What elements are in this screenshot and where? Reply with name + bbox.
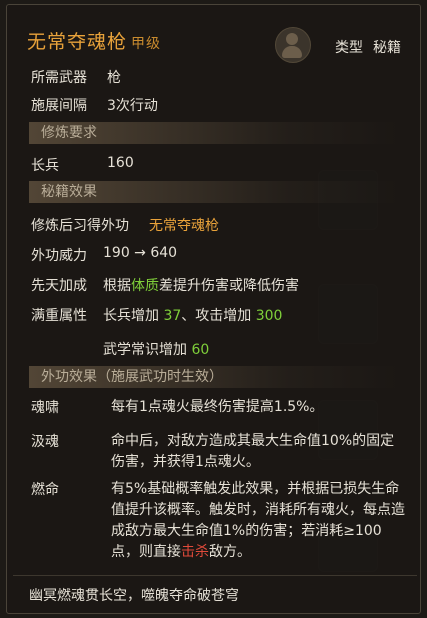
effect-text-post: 敌方。: [209, 544, 251, 560]
max-line-2: 武学常识增加 60: [103, 339, 209, 359]
learn-label: 修炼后习得外功: [31, 218, 129, 234]
max-line2-a: 武学常识增加: [103, 342, 187, 358]
section-manual-header: 秘籍效果: [29, 181, 399, 203]
innate-pre: 根据: [103, 278, 131, 294]
innate-post: 差提升伤害或降低伤害: [159, 278, 299, 294]
max-line1-a: 长兵增加: [103, 308, 159, 324]
avatar-icon: [275, 27, 311, 63]
max-line-1: 长兵增加 37、攻击增加 300: [103, 305, 282, 325]
training-req-value: 160: [107, 155, 134, 171]
section-effects-header: 外功效果（施展武功时生效）: [29, 366, 399, 388]
effect-name: 汲魂: [31, 434, 59, 450]
interval-value: 3次行动: [107, 98, 158, 114]
effect-name: 魂啸: [31, 400, 59, 416]
effect-text: 命中后，对敌方造成其最大生命值10%的固定伤害，并获得1点魂火。: [111, 433, 395, 470]
training-req-label: 长兵: [31, 158, 59, 174]
skill-tooltip-panel: 无常夺魂枪 甲级 类型 秘籍 所需武器 枪 施展间隔 3次行动 修炼要求 长兵 1…: [6, 4, 421, 614]
innate-text: 根据体质差提升伤害或降低伤害: [103, 275, 299, 295]
effect-name: 燃命: [31, 482, 59, 498]
innate-attr: 体质: [131, 278, 159, 294]
skill-name: 无常夺魂枪: [27, 31, 128, 53]
weapon-value: 枪: [107, 70, 121, 86]
divider: [13, 575, 417, 576]
type-value: 秘籍: [373, 40, 401, 56]
max-line2-a-val: 60: [191, 342, 210, 358]
weapon-label: 所需武器: [31, 70, 87, 86]
max-label: 满重属性: [31, 308, 87, 324]
skill-grade: 甲级: [131, 36, 162, 52]
effect-text-pre: 有5%基础概率触发此效果，并根据已损失生命值提升该概率。触发时，消耗所有魂火，每…: [111, 481, 405, 560]
type-label: 类型: [335, 40, 363, 56]
power-label: 外功威力: [31, 248, 87, 264]
learn-value: 无常夺魂枪: [149, 218, 219, 234]
skill-title: 无常夺魂枪 甲级: [27, 27, 161, 54]
section-training-header: 修炼要求: [29, 122, 399, 144]
power-value: 190 → 640: [103, 245, 178, 261]
max-line1-b-val: 300: [255, 308, 283, 324]
skill-motto: 幽冥燃魂贯长空，噬魄夺命破苍穹: [29, 588, 239, 604]
interval-label: 施展间隔: [31, 98, 87, 114]
max-line1-sep: 、攻击增加: [181, 308, 252, 324]
innate-label: 先天加成: [31, 278, 87, 294]
effect-text: 有5%基础概率触发此效果，并根据已损失生命值提升该概率。触发时，消耗所有魂火，每…: [111, 479, 407, 563]
max-line1-a-val: 37: [163, 308, 182, 324]
effect-text: 每有1点魂火最终伤害提高1.5%。: [111, 399, 324, 415]
effect-kill-word: 击杀: [181, 544, 209, 560]
